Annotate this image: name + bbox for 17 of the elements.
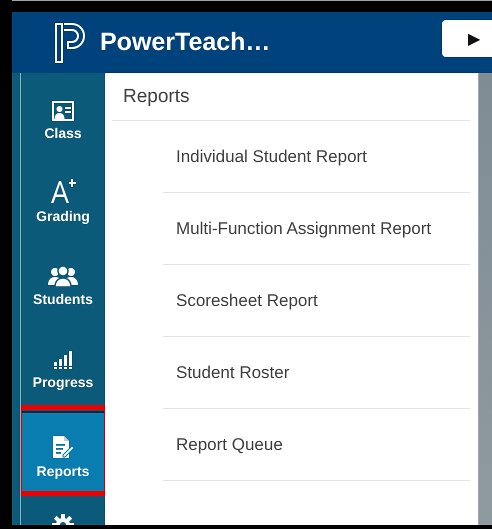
report-link[interactable]: Student Roster xyxy=(163,337,470,409)
document-pencil-icon xyxy=(52,435,74,459)
play-button[interactable]: ▶ xyxy=(442,20,492,57)
nav-item[interactable]: Progress xyxy=(21,328,105,411)
app-title: PowerTeach… xyxy=(100,28,270,57)
report-link[interactable]: Scoresheet Report xyxy=(163,265,470,337)
report-link[interactable]: Report Queue xyxy=(163,409,470,481)
nav-item[interactable]: Class xyxy=(21,79,105,162)
a-plus-icon xyxy=(49,178,77,204)
report-link[interactable]: Individual Student Report xyxy=(163,121,470,193)
nav-item[interactable]: Students xyxy=(21,245,105,328)
nav-item[interactable]: Grading xyxy=(21,162,105,245)
report-link[interactable]: Multi-Function Assignment Report xyxy=(163,193,470,265)
id-card-icon xyxy=(52,101,74,121)
bar-chart-icon xyxy=(53,350,73,370)
people-icon xyxy=(47,265,79,287)
panel-title: Reports xyxy=(112,73,470,121)
